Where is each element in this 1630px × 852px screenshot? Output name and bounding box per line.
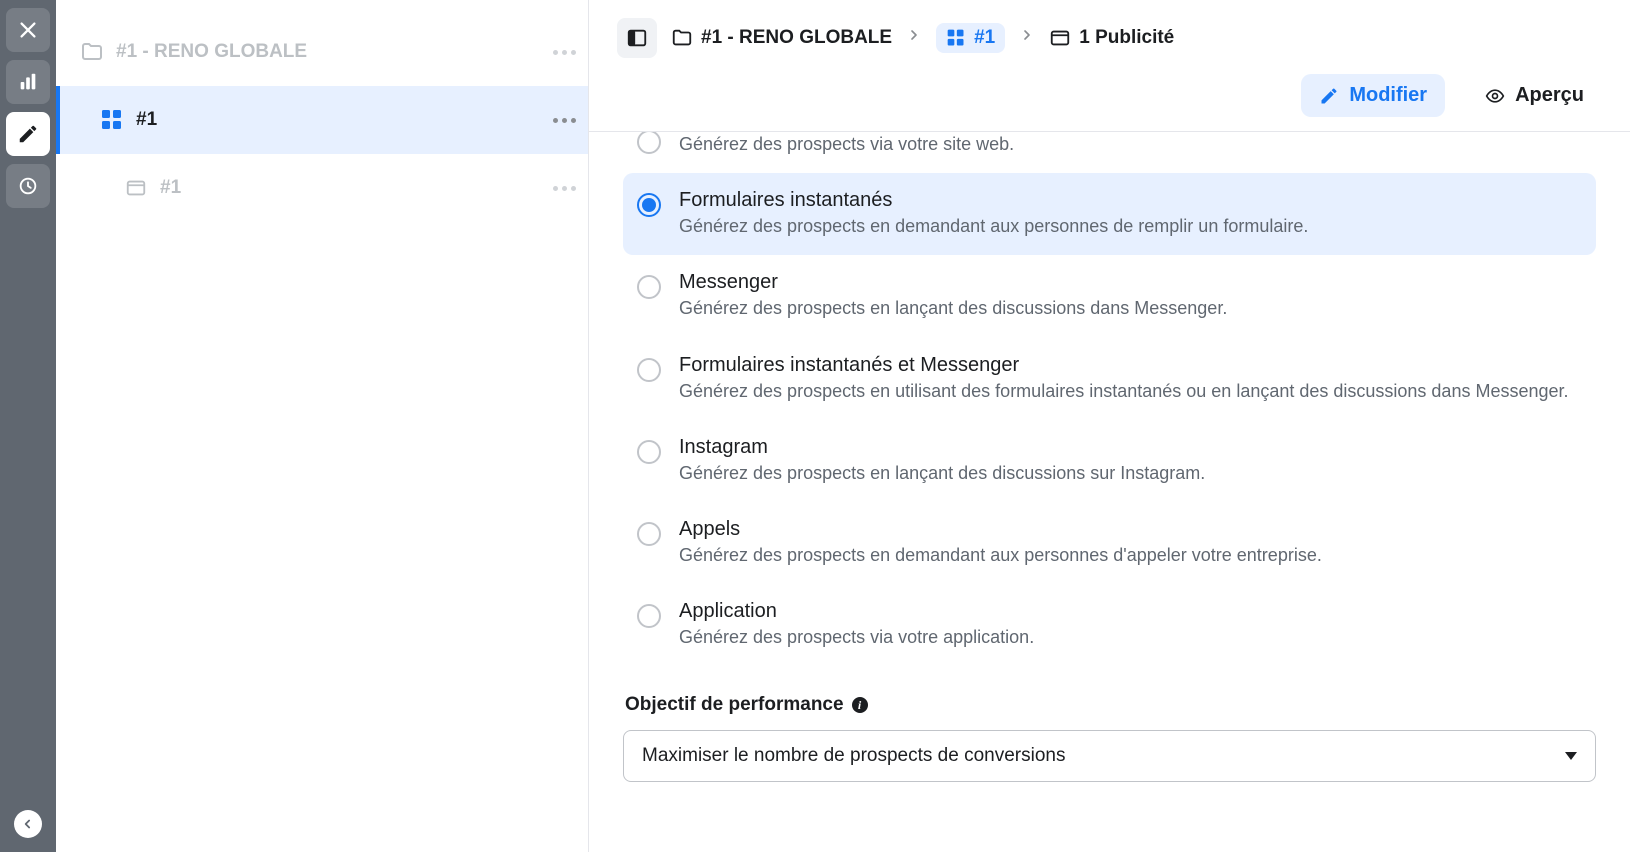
- radio-circle: [637, 522, 661, 546]
- radio-title: Appels: [679, 518, 1322, 541]
- radio-option-website[interactable]: Site webGénérez des prospects via votre …: [623, 132, 1596, 173]
- radio-desc: Générez des prospects en utilisant des f…: [679, 379, 1569, 404]
- crumb-campaign[interactable]: #1 - RENO GLOBALE: [671, 27, 892, 49]
- tree-label: #1: [160, 177, 181, 199]
- radio-desc: Générez des prospects via votre site web…: [679, 132, 1014, 157]
- radio-title: Formulaires instantanés et Messenger: [679, 354, 1569, 377]
- conversion-location-list: Site webGénérez des prospects via votre …: [623, 132, 1596, 666]
- tree-row-campaign[interactable]: #1 - RENO GLOBALE: [56, 18, 588, 86]
- crumb-label: 1 Publicité: [1079, 27, 1174, 49]
- edit-button[interactable]: [6, 112, 50, 156]
- topbar: #1 - RENO GLOBALE #1 1 Publ: [589, 0, 1630, 62]
- radio-circle: [637, 440, 661, 464]
- caret-down-icon: [1565, 752, 1577, 760]
- content-scroll[interactable]: Site webGénérez des prospects via votre …: [589, 132, 1630, 852]
- crumb-ad[interactable]: 1 Publicité: [1049, 27, 1174, 49]
- chart-button[interactable]: [6, 60, 50, 104]
- modify-button[interactable]: Modifier: [1301, 74, 1445, 117]
- action-bar: Modifier Aperçu: [589, 62, 1630, 132]
- crumb-label: #1 - RENO GLOBALE: [701, 27, 892, 49]
- radio-title: Messenger: [679, 271, 1227, 294]
- performance-goal-label: Objectif de performance i: [625, 694, 1596, 716]
- radio-title: Formulaires instantanés: [679, 189, 1308, 212]
- eye-icon: [1485, 86, 1505, 106]
- main-panel: #1 - RENO GLOBALE #1 1 Publ: [589, 0, 1630, 852]
- radio-circle: [637, 275, 661, 299]
- tree-row-ad[interactable]: #1: [56, 154, 588, 222]
- left-rail: [0, 0, 56, 852]
- radio-option-calls[interactable]: AppelsGénérez des prospects en demandant…: [623, 502, 1596, 584]
- radio-desc: Générez des prospects en lançant des dis…: [679, 296, 1227, 321]
- structure-tree: #1 - RENO GLOBALE #1 #1: [56, 0, 589, 852]
- chevron-right-icon: [906, 27, 922, 49]
- tree-label: #1: [136, 109, 157, 131]
- radio-option-instant_forms[interactable]: Formulaires instantanésGénérez des prosp…: [623, 173, 1596, 255]
- radio-circle: [637, 604, 661, 628]
- tree-label: #1 - RENO GLOBALE: [116, 41, 307, 63]
- info-icon[interactable]: i: [852, 697, 868, 713]
- radio-desc: Générez des prospects en demandant aux p…: [679, 214, 1308, 239]
- radio-desc: Générez des prospects en lançant des dis…: [679, 461, 1205, 486]
- radio-option-messenger[interactable]: MessengerGénérez des prospects en lançan…: [623, 255, 1596, 337]
- more-icon[interactable]: [553, 118, 576, 123]
- chevron-right-icon: [1019, 27, 1035, 49]
- performance-goal-select[interactable]: Maximiser le nombre de prospects de conv…: [623, 730, 1596, 782]
- radio-option-forms_messenger[interactable]: Formulaires instantanés et MessengerGéné…: [623, 338, 1596, 420]
- radio-desc: Générez des prospects en demandant aux p…: [679, 543, 1322, 568]
- more-icon[interactable]: [553, 186, 576, 191]
- more-icon[interactable]: [553, 50, 576, 55]
- adset-icon: [98, 108, 126, 132]
- crumb-label: #1: [974, 27, 995, 49]
- radio-title: Instagram: [679, 436, 1205, 459]
- preview-button[interactable]: Aperçu: [1467, 74, 1602, 117]
- breadcrumb: #1 - RENO GLOBALE #1 1 Publ: [671, 23, 1174, 53]
- modify-label: Modifier: [1349, 84, 1427, 107]
- radio-circle: [637, 132, 661, 154]
- radio-circle: [637, 193, 661, 217]
- folder-icon: [78, 40, 106, 64]
- radio-title: Application: [679, 600, 1034, 623]
- preview-label: Aperçu: [1515, 84, 1584, 107]
- collapse-rail-button[interactable]: [14, 810, 42, 838]
- pencil-icon: [1319, 86, 1339, 106]
- radio-option-instagram[interactable]: InstagramGénérez des prospects en lançan…: [623, 420, 1596, 502]
- radio-circle: [637, 358, 661, 382]
- radio-desc: Générez des prospects via votre applicat…: [679, 625, 1034, 650]
- ad-icon: [122, 177, 150, 199]
- crumb-adset[interactable]: #1: [936, 23, 1005, 53]
- radio-option-app[interactable]: ApplicationGénérez des prospects via vot…: [623, 584, 1596, 666]
- select-value: Maximiser le nombre de prospects de conv…: [642, 745, 1065, 767]
- close-button[interactable]: [6, 8, 50, 52]
- panel-toggle[interactable]: [617, 18, 657, 58]
- clock-button[interactable]: [6, 164, 50, 208]
- tree-row-adset[interactable]: #1: [56, 86, 588, 154]
